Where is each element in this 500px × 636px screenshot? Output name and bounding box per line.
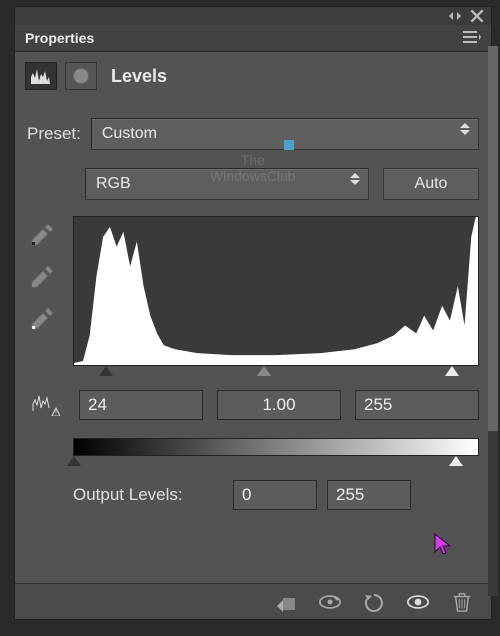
histogram <box>73 216 479 366</box>
preset-value: Custom <box>102 125 157 143</box>
panel-titlebar: Properties <box>15 25 491 52</box>
input-black-field[interactable]: 24 <box>79 390 203 420</box>
adjustment-name: Levels <box>111 66 167 87</box>
trash-icon[interactable] <box>449 591 475 613</box>
menu-icon[interactable] <box>463 30 481 46</box>
auto-button[interactable]: Auto <box>383 168 479 200</box>
output-gradient <box>73 438 479 456</box>
channel-value: RGB <box>96 175 131 193</box>
visibility-icon[interactable] <box>405 591 431 613</box>
output-black-slider[interactable] <box>67 456 81 466</box>
cursor-icon <box>433 532 453 556</box>
black-point-slider[interactable] <box>99 366 113 376</box>
chevron-updown-icon <box>460 123 470 135</box>
output-white-field[interactable]: 255 <box>327 480 411 510</box>
panel-footer <box>15 583 491 619</box>
eyedropper-gray-icon[interactable] <box>27 262 57 292</box>
scrollbar[interactable] <box>488 46 498 596</box>
scrollbar-thumb[interactable] <box>488 46 498 431</box>
mid-point-slider[interactable] <box>257 366 271 376</box>
output-label: Output Levels: <box>73 485 223 505</box>
close-icon[interactable] <box>469 9 485 23</box>
chevron-updown-icon <box>350 173 360 185</box>
channel-select[interactable]: RGB <box>85 168 369 200</box>
view-previous-icon[interactable] <box>317 591 343 613</box>
levels-icon[interactable] <box>25 62 57 90</box>
clip-to-layer-icon[interactable] <box>273 591 299 613</box>
output-slider-track[interactable] <box>73 456 479 470</box>
white-point-slider[interactable] <box>445 366 459 376</box>
collapse-arrows-icon[interactable] <box>447 9 463 23</box>
window-controls <box>15 7 491 25</box>
reset-icon[interactable] <box>361 591 387 613</box>
adjustment-header: Levels <box>15 52 491 96</box>
input-mid-field[interactable]: 1.00 <box>217 390 341 420</box>
mask-icon[interactable] <box>65 62 97 90</box>
eyedropper-white-icon[interactable] <box>27 304 57 334</box>
preset-select[interactable]: Custom <box>91 118 479 150</box>
input-slider-track[interactable] <box>73 366 479 380</box>
input-white-field[interactable]: 255 <box>355 390 479 420</box>
eyedropper-tools <box>27 216 65 366</box>
eyedropper-black-icon[interactable] <box>27 220 57 250</box>
output-black-field[interactable]: 0 <box>233 480 317 510</box>
output-white-slider[interactable] <box>449 456 463 466</box>
panel-title: Properties <box>25 30 94 46</box>
warning-icon[interactable]: ! <box>27 394 65 416</box>
preset-label: Preset: <box>27 124 81 144</box>
svg-text:!: ! <box>55 410 57 416</box>
